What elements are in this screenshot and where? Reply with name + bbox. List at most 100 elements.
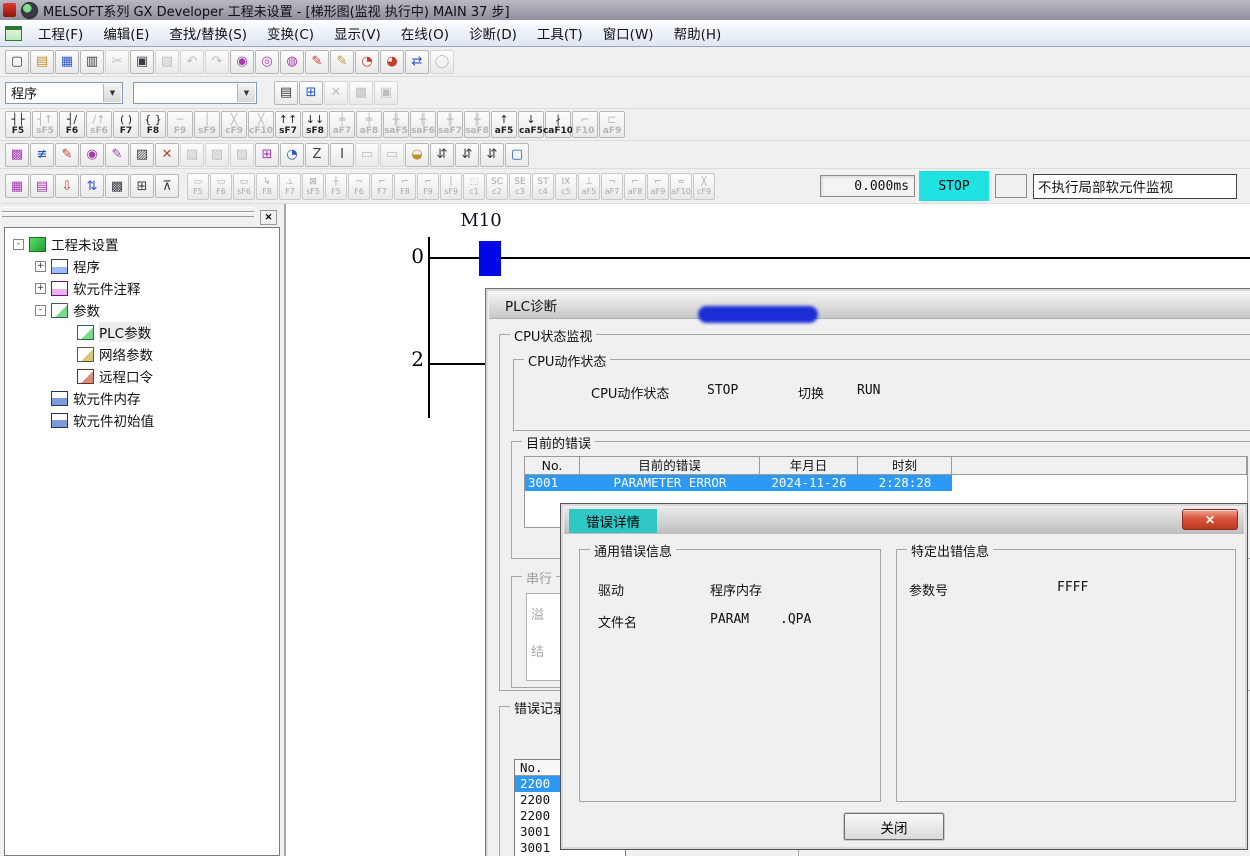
window-document[interactable]: ▣ [374, 81, 398, 105]
comment-edit[interactable]: ≢ [30, 143, 54, 167]
error-jump[interactable]: ⇩ [55, 174, 79, 198]
sfc-symbol-button[interactable]: ⊥ F7 [279, 173, 301, 200]
ladder-symbol-button[interactable]: ╫ saF8 [464, 111, 490, 138]
sfc-symbol-button[interactable]: ⌐ F8 [394, 173, 416, 200]
macro-disabled[interactable]: ✕ [324, 81, 348, 105]
ladder-symbol-button[interactable]: ┤↑ sF5 [32, 111, 58, 138]
partial-run-2[interactable]: ▭ [380, 143, 404, 167]
ladder-symbol-button[interactable]: ↑↑ sF7 [275, 111, 301, 138]
menu-item[interactable]: 工程(F) [28, 20, 93, 46]
online-change[interactable]: ◯ [430, 50, 454, 74]
transfer-setup[interactable]: ⇄ [405, 50, 429, 74]
menu-item[interactable]: 帮助(H) [664, 20, 732, 46]
sfc-symbol-button[interactable]: ⊠ sF5 [302, 173, 324, 200]
print[interactable]: ▥ [80, 50, 104, 74]
sfc-symbol-button[interactable]: ST c4 [532, 173, 554, 200]
statement-display[interactable]: ▤ [30, 174, 54, 198]
menu-item[interactable]: 编辑(E) [93, 20, 159, 46]
scan-time-measure[interactable]: ◔ [280, 143, 304, 167]
grid-display[interactable]: ⊞ [130, 174, 154, 198]
error-table-row[interactable]: 3001 PARAMETER ERROR 2024-11-26 2:28:28 [525, 475, 1247, 491]
trace-start[interactable]: ▨ [205, 143, 229, 167]
ladder-insert-mode[interactable]: ✎ [330, 50, 354, 74]
tree-program[interactable]: + 程序 [5, 255, 279, 277]
data-name-combo[interactable]: ▼ [133, 82, 257, 104]
ladder-symbol-button[interactable]: ╳ cF9 [221, 111, 247, 138]
project-tree-toggle[interactable]: ⊞ [299, 81, 323, 105]
sfc-symbol-button[interactable]: IX c5 [555, 173, 577, 200]
step-run-z[interactable]: Z [305, 143, 329, 167]
ladder-symbol-button[interactable]: ╫ saF7 [437, 111, 463, 138]
sfc-symbol-button[interactable]: ⌐ aF9 [647, 173, 669, 200]
find-device[interactable]: ◉ [230, 50, 254, 74]
sfc-symbol-button[interactable]: ⊥ aF5 [578, 173, 600, 200]
sfc-symbol-button[interactable]: ¬ F6 [348, 173, 370, 200]
ladder-symbol-button[interactable]: ╪ aF7 [329, 111, 355, 138]
sfc-symbol-button[interactable]: ▭ F5 [187, 173, 209, 200]
tree-plc-parameter[interactable]: PLC参数 [5, 321, 279, 343]
ladder-symbol-button[interactable]: ╫ saF6 [410, 111, 436, 138]
block-display[interactable]: ▩ [105, 174, 129, 198]
ladder-symbol-button[interactable]: ─ F9 [167, 111, 193, 138]
tree-expand-toggle[interactable]: - [13, 239, 24, 250]
menu-item[interactable]: 显示(V) [324, 20, 391, 46]
program-type-combo[interactable]: 程序 ▼ [5, 82, 123, 104]
sort-ascending[interactable]: ⇵ [430, 143, 454, 167]
find-contact-coil[interactable]: ◉ [80, 143, 104, 167]
mdi-child-icon[interactable] [5, 26, 22, 41]
ladder-symbol-button[interactable]: ┤/ F6 [59, 111, 85, 138]
sort-contacts[interactable]: ⇅ [80, 174, 104, 198]
wrap-destination[interactable]: ⊼ [155, 174, 179, 198]
trace-stop[interactable]: ▨ [230, 143, 254, 167]
tree-device-memory[interactable]: 软元件内存 [5, 387, 279, 409]
chevron-down-icon[interactable]: ▼ [237, 84, 255, 102]
ladder-symbol-button[interactable]: ↑ aF5 [491, 111, 517, 138]
find-instruction[interactable]: ◎ [255, 50, 279, 74]
menu-item[interactable]: 工具(T) [527, 20, 593, 46]
sfc-symbol-button[interactable]: │ sF9 [440, 173, 462, 200]
ladder-symbol-button[interactable]: ╪ aF8 [356, 111, 382, 138]
ladder-symbol-button[interactable]: ╳ cF10 [248, 111, 274, 138]
ladder-symbol-button[interactable]: ⌐ F10 [572, 111, 598, 138]
menu-item[interactable]: 在线(O) [391, 20, 459, 46]
sfc-symbol-button[interactable]: ¬ aF7 [601, 173, 623, 200]
paste[interactable]: ▧ [155, 50, 179, 74]
ladder-symbol-button[interactable]: { } F8 [140, 111, 166, 138]
delete-cross[interactable]: ✕ [155, 143, 179, 167]
save-project[interactable]: ▦ [55, 50, 79, 74]
remote-operation[interactable]: ◒ [405, 143, 429, 167]
sfc-symbol-button[interactable]: ↳ F8 [256, 173, 278, 200]
note-edit[interactable]: ✎ [105, 143, 129, 167]
find-string[interactable]: ◍ [280, 50, 304, 74]
ladder-symbol-button[interactable]: ↓↓ sF8 [302, 111, 328, 138]
ladder-symbol-button[interactable]: ⊏ aF9 [599, 111, 625, 138]
tree-network-parameter[interactable]: 网络参数 [5, 343, 279, 365]
open-project[interactable]: ▤ [30, 50, 54, 74]
ladder-symbol-button[interactable]: /↑ sF6 [86, 111, 112, 138]
sfc-symbol-button[interactable]: ┼ F5 [325, 173, 347, 200]
device-memory-display[interactable]: ▩ [5, 143, 29, 167]
redo[interactable]: ↷ [205, 50, 229, 74]
panel-drag-handle[interactable] [2, 212, 254, 217]
step-run-i[interactable]: I [330, 143, 354, 167]
tree-device-comment[interactable]: + 软元件注释 [5, 277, 279, 299]
copy[interactable]: ▣ [130, 50, 154, 74]
program-monitor-list[interactable]: ⊞ [255, 143, 279, 167]
menu-item[interactable]: 变换(C) [257, 20, 324, 46]
cut[interactable]: ✂ [105, 50, 129, 74]
tree-expand-toggle[interactable]: - [35, 305, 46, 316]
error-dialog-titlebar[interactable]: 错误详情 ✕ [564, 507, 1244, 534]
close-button[interactable]: 关闭 [844, 813, 944, 840]
undo[interactable]: ↶ [180, 50, 204, 74]
close-icon[interactable]: ✕ [1182, 509, 1238, 530]
menu-item[interactable]: 诊断(D) [459, 20, 527, 46]
project-data-list[interactable]: ▤ [274, 81, 298, 105]
ladder-symbol-button[interactable]: ╫ saF5 [383, 111, 409, 138]
tree-remote-password[interactable]: 远程口令 [5, 365, 279, 387]
panel-close-button[interactable]: ✕ [260, 210, 277, 225]
tree-parameter[interactable]: - 参数 [5, 299, 279, 321]
ladder-write-mode[interactable]: ✎ [305, 50, 329, 74]
sfc-symbol-button[interactable]: SC c2 [486, 173, 508, 200]
sfc-symbol-button[interactable]: ╳ cF9 [693, 173, 715, 200]
tree-device-init-value[interactable]: 软元件初始值 [5, 409, 279, 431]
